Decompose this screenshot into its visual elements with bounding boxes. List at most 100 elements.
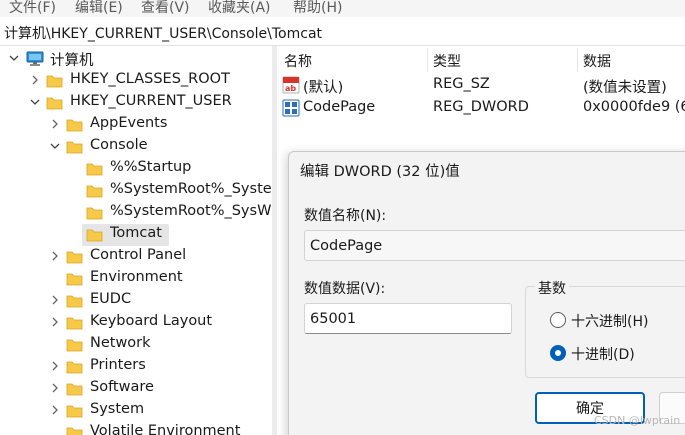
folder-icon xyxy=(66,119,83,132)
folder-open-icon xyxy=(46,97,63,110)
dialog-title: 编辑 DWORD (32 位)值 xyxy=(300,164,460,180)
tree-item-computer[interactable]: 计算机 xyxy=(0,48,272,70)
menu-view[interactable]: 查看(V) xyxy=(141,0,190,17)
column-separator[interactable] xyxy=(577,48,578,72)
tree-label: 计算机 xyxy=(50,53,94,69)
tree-item-systemroot-system32[interactable]: %SystemRoot%_System32_cmd.exe xyxy=(0,180,272,202)
radio-button[interactable] xyxy=(550,345,566,361)
tree-label: Control Panel xyxy=(90,247,187,263)
menu-help[interactable]: 帮助(H) xyxy=(293,0,342,17)
tree-item-network[interactable]: Network xyxy=(0,334,272,356)
tree-label: Environment xyxy=(90,269,183,285)
value-data: (数值未设置) xyxy=(583,80,667,96)
radio-label: 十六进制(H) xyxy=(571,314,649,330)
folder-icon xyxy=(66,295,83,308)
tree-item-volatile-environment[interactable]: Volatile Environment xyxy=(0,422,272,435)
chevron-right-icon[interactable] xyxy=(49,250,61,262)
value-type: REG_SZ xyxy=(433,76,490,92)
base-group: 基数 十六进制(H) 十进制(D) xyxy=(525,278,685,378)
folder-open-icon xyxy=(66,141,83,154)
tree-label: Console xyxy=(90,137,148,153)
tree-item-environment[interactable]: Environment xyxy=(0,268,272,290)
folder-icon xyxy=(46,75,63,88)
value-data: 0x0000fde9 (65001) xyxy=(583,99,685,115)
chevron-right-icon[interactable] xyxy=(49,404,61,416)
column-separator[interactable] xyxy=(427,48,428,72)
menu-edit[interactable]: 编辑(E) xyxy=(75,0,123,17)
tree-label: Software xyxy=(90,379,154,395)
tree-label: HKEY_CLASSES_ROOT xyxy=(70,71,230,87)
tree-label: Printers xyxy=(90,357,146,373)
tree-item-eudc[interactable]: EUDC xyxy=(0,290,272,312)
tree-item-appevents[interactable]: AppEvents xyxy=(0,114,272,136)
tree-item-system[interactable]: System xyxy=(0,400,272,422)
menu-favorites[interactable]: 收藏夹(A) xyxy=(208,0,271,17)
value-name-field[interactable] xyxy=(304,230,685,261)
chevron-down-icon[interactable] xyxy=(8,52,20,64)
registry-tree[interactable]: 计算机 HKEY_CLASSES_ROOT HKEY_CURRENT_USER … xyxy=(0,46,272,435)
tree-item-startup[interactable]: %%Startup xyxy=(0,158,272,180)
value-name-label: 数值名称(N): xyxy=(304,208,387,224)
edit-dword-dialog[interactable]: 编辑 DWORD (32 位)值 数值名称(N): 数值数据(V): 基数 十六… xyxy=(288,151,685,435)
address-bar[interactable]: 计算机\HKEY_CURRENT_USER\Console\Tomcat xyxy=(0,19,685,46)
tree-item-control-panel[interactable]: Control Panel xyxy=(0,246,272,268)
folder-icon xyxy=(86,163,103,176)
svg-text:ab: ab xyxy=(285,84,296,93)
folder-icon xyxy=(66,273,83,286)
folder-icon xyxy=(66,405,83,418)
computer-icon xyxy=(26,51,44,66)
chevron-right-icon[interactable] xyxy=(49,118,61,130)
radio-decimal[interactable]: 十进制(D) xyxy=(550,344,685,364)
folder-icon xyxy=(66,251,83,264)
tree-label: Volatile Environment xyxy=(90,423,241,435)
binary-value-icon xyxy=(282,99,300,117)
folder-icon xyxy=(86,207,103,220)
column-header-type[interactable]: 类型 xyxy=(433,51,461,71)
tree-label: Tomcat xyxy=(110,225,162,241)
folder-icon xyxy=(86,229,103,242)
radio-button[interactable] xyxy=(550,312,566,328)
radio-hexadecimal[interactable]: 十六进制(H) xyxy=(550,311,685,331)
tree-label: %%Startup xyxy=(110,159,192,175)
radio-label: 十进制(D) xyxy=(571,347,635,363)
column-header-data[interactable]: 数据 xyxy=(583,51,611,71)
tree-label: Network xyxy=(90,335,151,351)
tree-label: System xyxy=(90,401,145,417)
folder-icon xyxy=(86,185,103,198)
chevron-right-icon[interactable] xyxy=(49,360,61,372)
string-value-icon: ab xyxy=(282,76,300,94)
tree-label: AppEvents xyxy=(90,115,168,131)
tree-item-keyboard-layout[interactable]: Keyboard Layout xyxy=(0,312,272,334)
chevron-down-icon[interactable] xyxy=(49,140,61,152)
tree-item-console[interactable]: Console xyxy=(0,136,272,158)
folder-icon xyxy=(66,317,83,330)
chevron-right-icon[interactable] xyxy=(29,74,41,86)
value-name: CodePage xyxy=(303,99,376,115)
value-data-field[interactable] xyxy=(304,303,512,334)
value-name: (默认) xyxy=(303,80,344,96)
value-data-label: 数值数据(V): xyxy=(304,281,386,297)
chevron-right-icon[interactable] xyxy=(49,316,61,328)
folder-icon xyxy=(66,339,83,352)
chevron-down-icon[interactable] xyxy=(29,96,41,108)
tree-item-systemroot-syswow64[interactable]: %SystemRoot%_SysWOW64_cmd.exe xyxy=(0,202,272,224)
menu-file[interactable]: 文件(F) xyxy=(9,0,56,17)
column-header-name[interactable]: 名称 xyxy=(284,51,312,71)
watermark: CSDN @lwprain xyxy=(594,414,681,427)
menu-bar: 文件(F) 编辑(E) 查看(V) 收藏夹(A) 帮助(H) xyxy=(0,0,685,17)
tree-item-classes-root[interactable]: HKEY_CLASSES_ROOT xyxy=(0,70,272,92)
tree-label: Keyboard Layout xyxy=(90,313,213,329)
chevron-right-icon[interactable] xyxy=(49,294,61,306)
value-type: REG_DWORD xyxy=(433,99,529,115)
address-path[interactable]: 计算机\HKEY_CURRENT_USER\Console\Tomcat xyxy=(4,23,322,43)
tree-item-tomcat[interactable]: Tomcat xyxy=(0,224,272,246)
tree-label: HKEY_CURRENT_USER xyxy=(70,93,232,109)
tree-label: %SystemRoot%_SysWOW64_cmd.exe xyxy=(110,203,272,219)
tree-item-current-user[interactable]: HKEY_CURRENT_USER xyxy=(0,92,272,114)
base-group-label: 基数 xyxy=(535,278,569,298)
tree-item-software[interactable]: Software xyxy=(0,378,272,400)
folder-icon xyxy=(66,427,83,435)
chevron-right-icon[interactable] xyxy=(49,382,61,394)
tree-item-printers[interactable]: Printers xyxy=(0,356,272,378)
tree-label: EUDC xyxy=(90,291,132,307)
